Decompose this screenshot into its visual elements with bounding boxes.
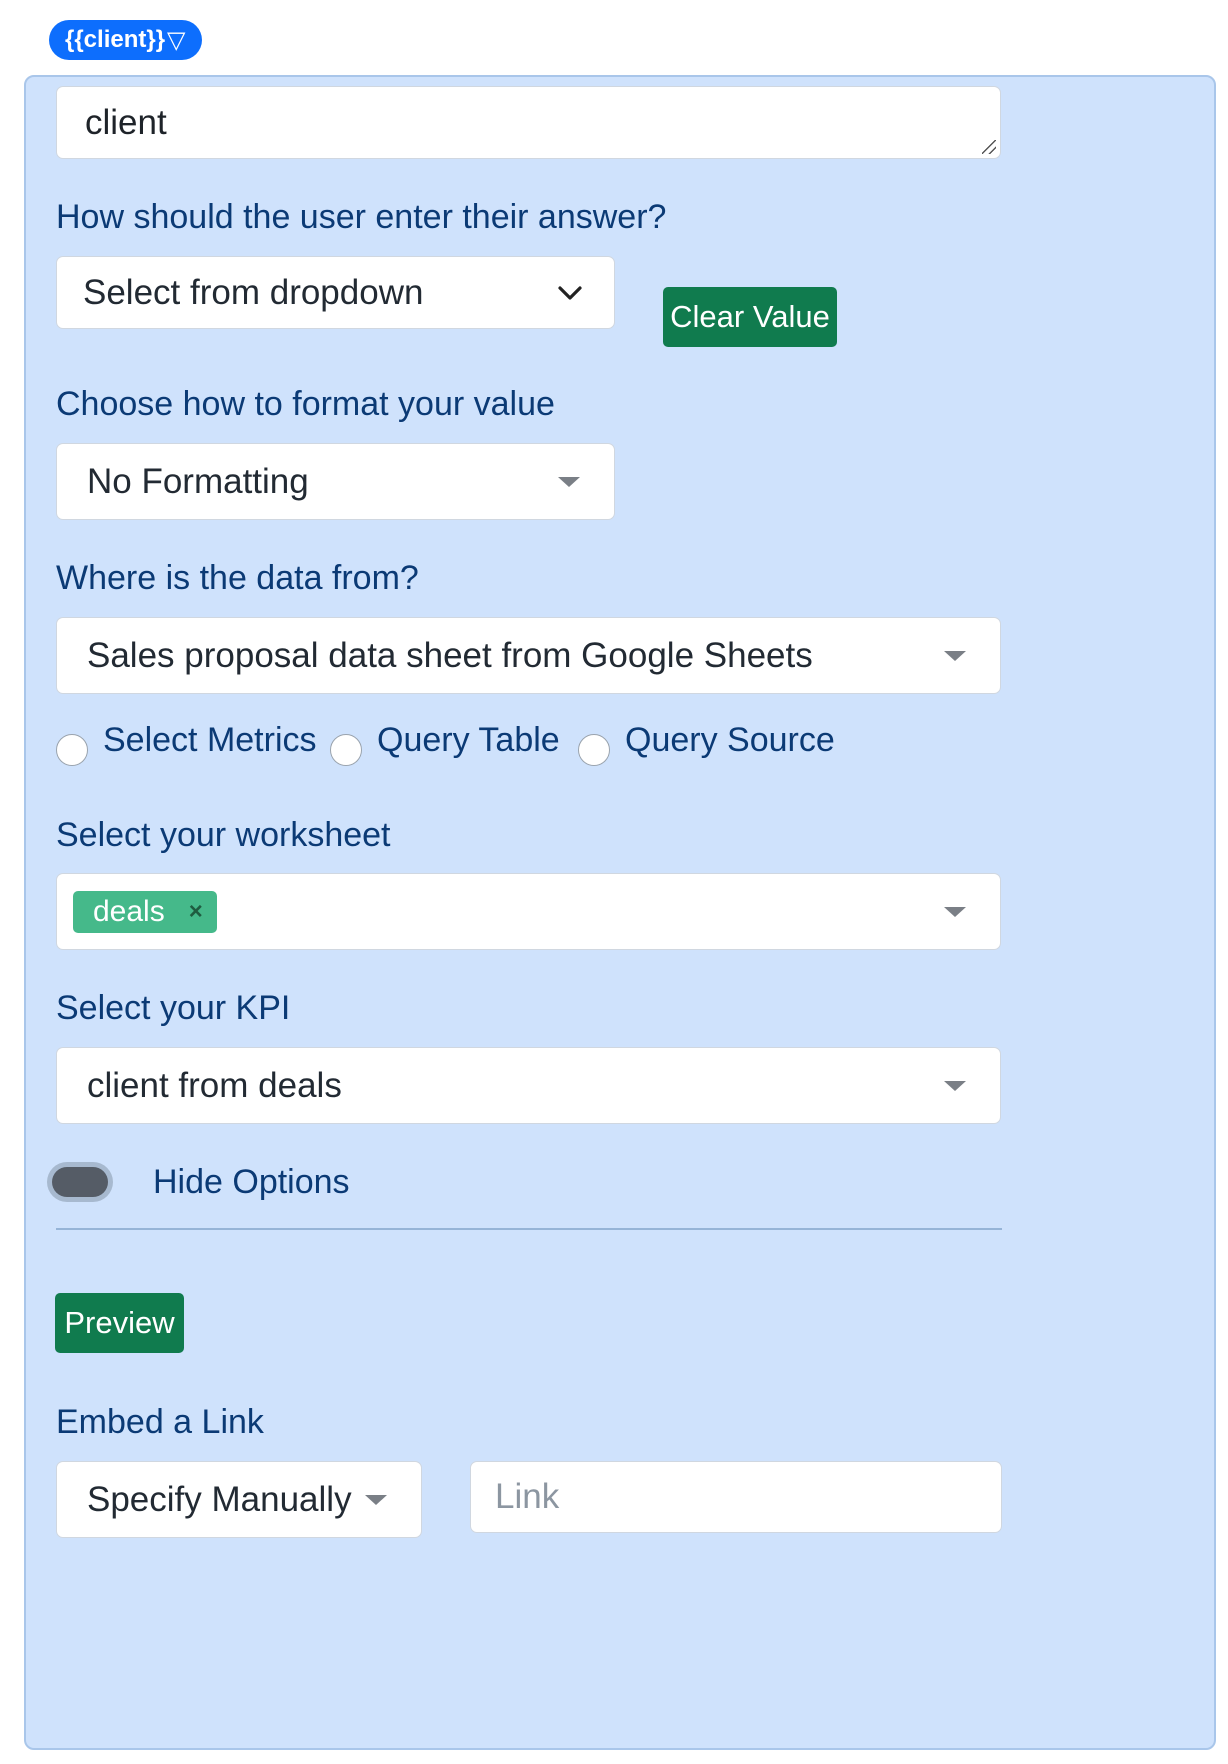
resize-handle-icon[interactable] [982, 140, 996, 154]
options-toggle-label[interactable]: Hide Options [153, 1163, 350, 1202]
data-source-label: Where is the data from? [56, 559, 419, 597]
variable-tag[interactable]: {{client}} ▽ [49, 20, 202, 60]
options-toggle[interactable] [47, 1162, 113, 1202]
preview-button[interactable]: Preview [55, 1293, 184, 1353]
format-selected: No Formatting [87, 461, 309, 501]
remove-icon[interactable]: × [189, 898, 203, 926]
link-input-placeholder: Link [495, 1477, 560, 1516]
radio-query-table-label[interactable]: Query Table [377, 721, 560, 760]
embed-link-label: Embed a Link [56, 1403, 264, 1441]
kpi-select[interactable]: client from deals [56, 1047, 1001, 1124]
radio-query-source[interactable] [578, 734, 610, 766]
radio-select-metrics[interactable] [56, 734, 88, 766]
kpi-selected: client from deals [87, 1065, 342, 1105]
toggle-knob [52, 1167, 108, 1197]
clear-value-button[interactable]: Clear Value [663, 287, 837, 347]
input-method-selected: Select from dropdown [83, 272, 424, 312]
data-source-selected: Sales proposal data sheet from Google Sh… [87, 635, 813, 675]
data-source-select[interactable]: Sales proposal data sheet from Google Sh… [56, 617, 1001, 694]
worksheet-chip: deals × [73, 890, 217, 933]
radio-query-source-label[interactable]: Query Source [625, 721, 835, 760]
input-method-select[interactable]: Select from dropdown [56, 256, 615, 329]
caret-down-icon [365, 1494, 387, 1505]
worksheet-chip-label: deals [93, 894, 165, 928]
divider [56, 1228, 1002, 1230]
worksheet-label: Select your worksheet [56, 816, 391, 854]
worksheet-multiselect[interactable]: deals × [56, 873, 1001, 950]
caret-down-icon [944, 1080, 966, 1091]
variable-config-panel: client How should the user enter their a… [24, 75, 1216, 1750]
format-label: Choose how to format your value [56, 385, 555, 423]
input-method-label: How should the user enter their answer? [56, 198, 667, 236]
caret-down-icon: ▽ [167, 26, 186, 54]
caret-down-icon [558, 476, 580, 487]
link-input[interactable]: Link [470, 1461, 1002, 1533]
variable-name-value: client [85, 102, 167, 142]
embed-link-mode-select[interactable]: Specify Manually [56, 1461, 422, 1538]
caret-down-icon [944, 650, 966, 661]
variable-name-textarea[interactable]: client [56, 86, 1001, 159]
format-select[interactable]: No Formatting [56, 443, 615, 520]
embed-link-mode-selected: Specify Manually [87, 1479, 352, 1519]
radio-select-metrics-label[interactable]: Select Metrics [103, 721, 317, 760]
variable-tag-label: {{client}} [65, 26, 166, 53]
chevron-down-icon [558, 285, 582, 300]
kpi-label: Select your KPI [56, 989, 291, 1027]
radio-query-table[interactable] [330, 734, 362, 766]
caret-down-icon [944, 906, 966, 917]
